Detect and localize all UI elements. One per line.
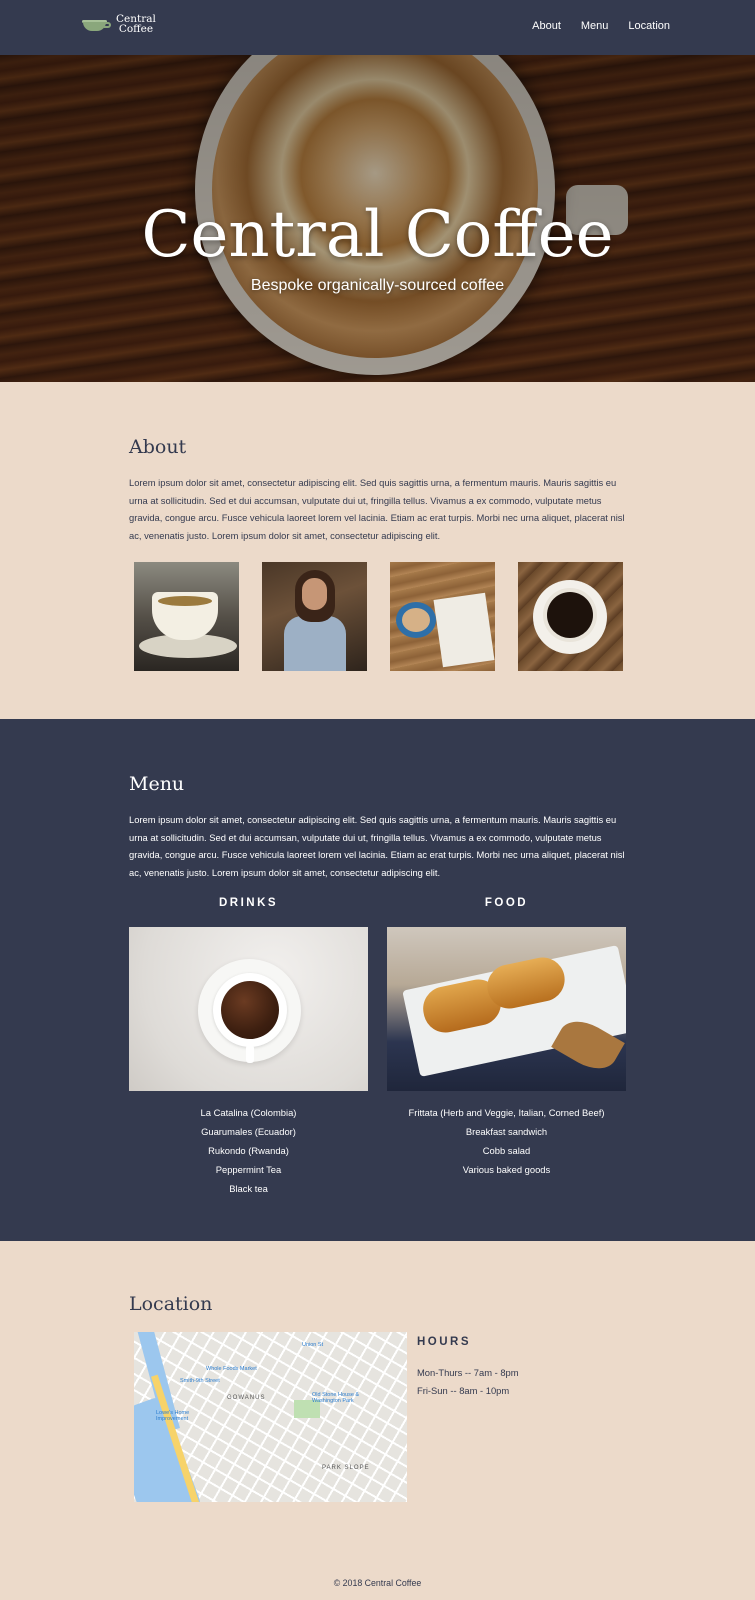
list-item: Black tea (229, 1183, 268, 1194)
drinks-title: DRINKS (218, 897, 279, 909)
nav-link-location[interactable]: Location (628, 20, 670, 32)
coffee-cup-icon (82, 15, 112, 33)
about-gallery (134, 562, 623, 671)
map-label-park-slope: PARK SLOPE (322, 1465, 370, 1471)
list-item: Breakfast sandwich (465, 1126, 548, 1137)
list-item: La Catalina (Colombia) (200, 1107, 297, 1118)
location-section: Location Union St Whole Foods Market Smi… (0, 1241, 755, 1600)
menu-heading: Menu (129, 773, 185, 795)
list-item: Frittata (Herb and Veggie, Italian, Corn… (408, 1107, 605, 1118)
food-title: FOOD (484, 897, 529, 909)
hero-title: Central Coffee (141, 198, 614, 272)
site-logo[interactable]: Central Coffee (82, 14, 156, 34)
nav-links: About Menu Location (532, 20, 670, 32)
list-item: Mon-Thurs -- 7am - 8pm (417, 1367, 519, 1378)
logo-line-2: Coffee (118, 23, 154, 35)
food-column: FOOD Frittata (Herb and Veggie, Italian,… (387, 897, 626, 1179)
menu-section: Menu Lorem ipsum dolor sit amet, consect… (0, 719, 755, 1241)
about-heading: About (129, 436, 187, 458)
list-item: Peppermint Tea (215, 1164, 282, 1175)
hours-title: HOURS (417, 1336, 472, 1348)
nav-link-menu[interactable]: Menu (581, 20, 609, 32)
map-label-gowanus: GOWANUS (227, 1395, 266, 1401)
drinks-column: DRINKS La Catalina (Colombia) Guarumales… (129, 897, 368, 1198)
about-text: Lorem ipsum dolor sit amet, consectetur … (129, 477, 625, 541)
list-item: Cobb salad (482, 1145, 531, 1156)
list-item: Rukondo (Rwanda) (208, 1145, 289, 1156)
map-label-lowes: Lowe's Home Improvement (156, 1410, 190, 1422)
hero-section: Central Coffee Bespoke organically-sourc… (0, 55, 755, 382)
hours-list: Mon-Thurs -- 7am - 8pm Fri-Sun -- 8am - … (417, 1364, 519, 1400)
list-item: Fri-Sun -- 8am - 10pm (417, 1385, 510, 1396)
food-image (387, 927, 626, 1091)
gallery-photo-latte[interactable] (134, 562, 239, 671)
location-heading: Location (129, 1293, 213, 1315)
map-label-union: Union St (302, 1342, 324, 1348)
drinks-image (129, 927, 368, 1091)
menu-text: Lorem ipsum dolor sit amet, consectetur … (129, 814, 625, 878)
list-item: Various baked goods (462, 1164, 551, 1175)
gallery-photo-coffee-notebook[interactable] (390, 562, 495, 671)
map-label-old-stone: Old Stone House & Washington Park (312, 1392, 360, 1404)
location-map[interactable]: Union St Whole Foods Market Smith-9th St… (134, 1332, 407, 1502)
top-navbar: Central Coffee About Menu Location (0, 0, 755, 55)
nav-link-about[interactable]: About (532, 20, 561, 32)
hero-subtitle: Bespoke organically-sourced coffee (250, 277, 505, 294)
map-label-whole-foods: Whole Foods Market (206, 1366, 257, 1372)
food-list: Frittata (Herb and Veggie, Italian, Corn… (387, 1103, 626, 1179)
about-section: About Lorem ipsum dolor sit amet, consec… (0, 382, 755, 719)
footer-copyright: © 2018 Central Coffee (333, 1578, 422, 1588)
list-item: Guarumales (Ecuador) (201, 1126, 296, 1137)
map-label-smith: Smith-9th Street (180, 1378, 220, 1384)
gallery-photo-black-coffee[interactable] (518, 562, 623, 671)
drinks-list: La Catalina (Colombia) Guarumales (Ecuad… (129, 1103, 368, 1198)
logo-text: Central Coffee (116, 14, 156, 35)
gallery-photo-woman-phone[interactable] (262, 562, 367, 671)
